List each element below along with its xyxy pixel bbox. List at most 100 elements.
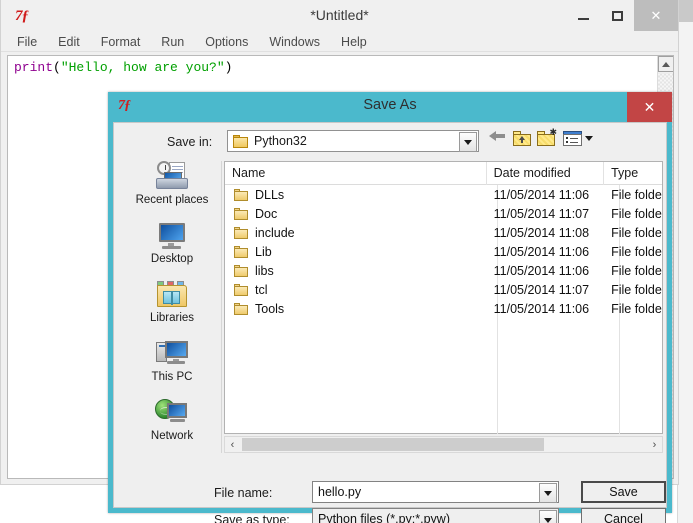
minimize-icon [577,18,589,20]
menu-edit[interactable]: Edit [56,34,82,50]
menu-windows[interactable]: Windows [267,34,322,50]
file-date-cell: 11/05/2014 11:06 [493,301,590,316]
file-name-cell: include [225,226,487,240]
libraries-icon [155,279,189,311]
table-row[interactable]: Doc 11/05/2014 11:07 File folder [225,204,662,223]
place-this-pc[interactable]: This PC [122,338,222,394]
maximize-button[interactable] [600,0,634,31]
file-date-cell: 11/05/2014 11:06 [493,263,590,278]
idle-titlebar[interactable]: 7ƒ *Untitled* ✕ [1,0,678,32]
save-as-dialog: 7ƒ Save As ✕ Save in: Python32 ✱ Recent … [108,92,672,523]
file-type-cell: File folder [611,244,662,259]
table-row[interactable]: Tools 11/05/2014 11:06 File folder [225,299,662,318]
file-name-cell: tcl [225,283,487,297]
dialog-close-button[interactable]: ✕ [627,92,672,122]
file-type-cell: File folder [611,301,662,316]
file-list[interactable]: Name Date modified Type DLLs 11/05/2014 … [224,161,663,434]
file-name-input[interactable]: hello.py [312,481,559,503]
place-desktop[interactable]: Desktop [122,220,222,276]
file-type-cell: File folder [611,282,662,297]
chevron-down-icon[interactable] [539,510,557,523]
code-line: print("Hello, how are you?") [14,60,232,75]
file-date-cell: 11/05/2014 11:08 [493,225,590,240]
chevron-down-icon[interactable] [539,483,557,503]
table-row[interactable]: include 11/05/2014 11:08 File folder [225,223,662,242]
column-header-date-modified[interactable]: Date modified [487,161,605,185]
scroll-left-button[interactable]: ‹ [225,437,240,452]
menu-bar: File Edit Format Run Options Windows Hel… [1,32,678,52]
save-as-type-combobox[interactable]: Python files (*.py;*.pyw) [312,508,559,523]
folder-icon [234,245,248,258]
folder-icon [234,188,248,201]
change-view-button[interactable] [563,131,593,146]
file-date-cell: 11/05/2014 11:06 [493,244,590,259]
column-header-name[interactable]: Name [225,161,487,185]
up-one-level-button[interactable] [513,131,531,146]
folder-icon [234,302,248,315]
save-in-combobox[interactable]: Python32 [227,130,479,152]
scroll-up-button[interactable] [658,56,673,72]
table-row[interactable]: Lib 11/05/2014 11:06 File folder [225,242,662,261]
column-header-type[interactable]: Type [604,162,662,185]
dialog-titlebar[interactable]: 7ƒ Save As ✕ [108,92,672,122]
new-folder-icon: ✱ [537,128,557,146]
menu-format[interactable]: Format [99,34,143,50]
maximize-icon [611,10,623,21]
close-button[interactable]: ✕ [634,0,678,31]
place-label: Desktop [150,253,194,265]
scrollbar-thumb[interactable] [242,438,544,451]
place-network[interactable]: Network [122,397,222,453]
chevron-down-icon[interactable] [585,136,593,141]
folder-icon [233,134,248,148]
file-list-rows: DLLs 11/05/2014 11:06 File folder Doc 11… [225,185,662,318]
file-type-cell: File folder [611,263,662,278]
dialog-body: Save in: Python32 ✱ Recent places Deskto… [113,122,667,523]
file-name-cell: Lib [225,245,487,259]
file-name-label: File name: [214,486,273,500]
file-type-cell: File folder [611,225,662,240]
place-label: Libraries [149,312,195,324]
file-date-cell: 11/05/2014 11:07 [493,282,590,297]
chevron-down-icon[interactable] [459,132,477,152]
place-recent-places[interactable]: Recent places [122,161,222,217]
code-string-literal: "Hello, how are you?" [60,60,225,75]
place-label: Network [150,430,194,442]
menu-help[interactable]: Help [339,34,369,50]
folder-icon [234,207,248,220]
table-row[interactable]: tcl 11/05/2014 11:07 File folder [225,280,662,299]
file-list-horizontal-scrollbar[interactable]: ‹ › [224,436,663,453]
caret-up-icon [662,61,670,67]
place-libraries[interactable]: Libraries [122,279,222,335]
file-name-cell: libs [225,264,487,278]
file-date-cell: 11/05/2014 11:06 [493,187,590,202]
folder-icon [234,283,248,296]
file-name-cell: Tools [225,302,487,316]
background-window-titlebar[interactable] [677,0,693,22]
menu-options[interactable]: Options [203,34,250,50]
menu-file[interactable]: File [15,34,39,50]
code-function-name: print [14,60,54,75]
save-in-value: Python32 [254,134,307,148]
file-type-cell: File folder [611,187,662,202]
scroll-right-button[interactable]: › [647,437,662,452]
save-as-type-value: Python files (*.py;*.pyw) [318,512,450,523]
menu-run[interactable]: Run [159,34,186,50]
cancel-button[interactable]: Cancel [581,508,666,523]
desktop-icon [155,220,189,252]
place-label: Recent places [135,194,209,206]
folder-up-icon [513,131,531,146]
back-button[interactable] [489,131,505,141]
file-name-cell: DLLs [225,188,487,202]
new-folder-button[interactable]: ✱ [537,128,557,146]
file-list-header: Name Date modified Type [225,161,662,185]
background-window[interactable] [677,0,693,523]
table-row[interactable]: libs 11/05/2014 11:06 File folder [225,261,662,280]
save-as-type-label: Save as type: [214,513,290,523]
save-in-label: Save in: [167,135,213,149]
folder-icon [234,226,248,239]
table-row[interactable]: DLLs 11/05/2014 11:06 File folder [225,185,662,204]
save-button[interactable]: Save [581,481,666,503]
code-open-paren: ( [53,60,61,75]
minimize-button[interactable] [566,0,600,31]
place-label: This PC [151,371,193,383]
